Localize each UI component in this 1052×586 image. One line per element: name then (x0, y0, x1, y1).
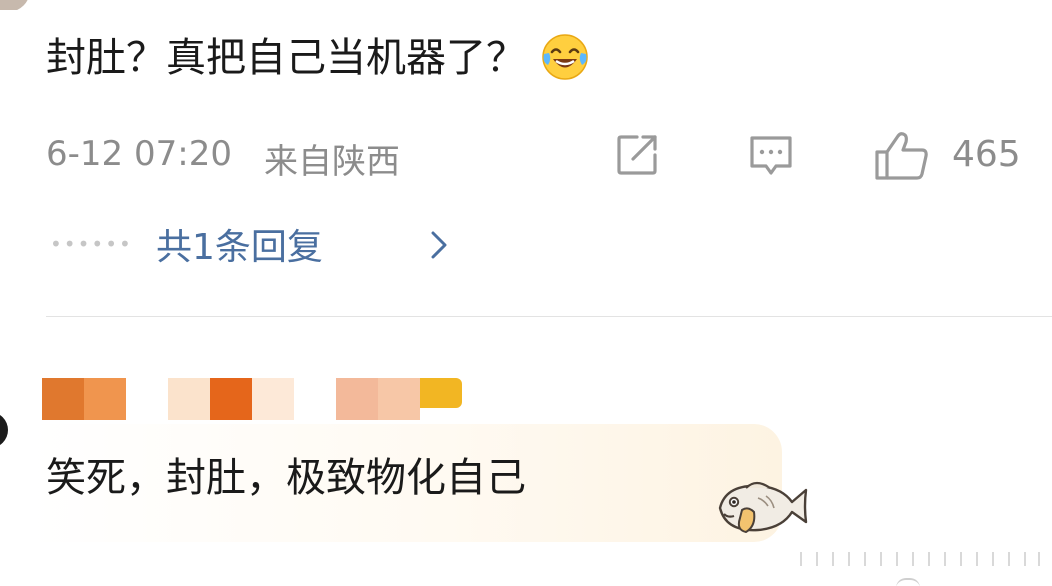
avatar[interactable] (0, 412, 8, 448)
view-replies-link[interactable]: 共1条回复 (156, 218, 323, 270)
laughing-tears-emoji-icon (540, 32, 590, 82)
username-cropped[interactable] (48, 0, 278, 4)
comment-icon[interactable] (746, 130, 796, 184)
share-icon[interactable] (612, 130, 662, 184)
reply-summary: •••••• 共1条回复 (46, 214, 546, 274)
divider (46, 316, 1052, 317)
comment-text: 笑死，封肚，极致物化自己 (46, 455, 526, 501)
comment-text: 封肚？真把自己当机器了？ (46, 28, 590, 88)
comment-location: 来自陕西 (264, 142, 400, 182)
fish-sticker-icon (712, 472, 808, 546)
ellipsis-dots: •••••• (50, 232, 133, 256)
chevron-right-icon[interactable] (430, 230, 448, 264)
comment-meta: 6-12 07:20 来自陕西 465 (46, 128, 1026, 184)
thumbs-up-icon[interactable] (874, 130, 930, 186)
cropped-comment-header (0, 0, 1052, 10)
comment-body: 封肚？真把自己当机器了？ (46, 35, 526, 81)
comment-timestamp: 6-12 07:20 (46, 134, 232, 174)
like-count: 465 (952, 134, 1021, 175)
comment-thread: 封肚？真把自己当机器了？ 6-12 07:20 来自陕西 465 •••••• … (0, 0, 1052, 586)
avatar[interactable] (0, 0, 30, 10)
